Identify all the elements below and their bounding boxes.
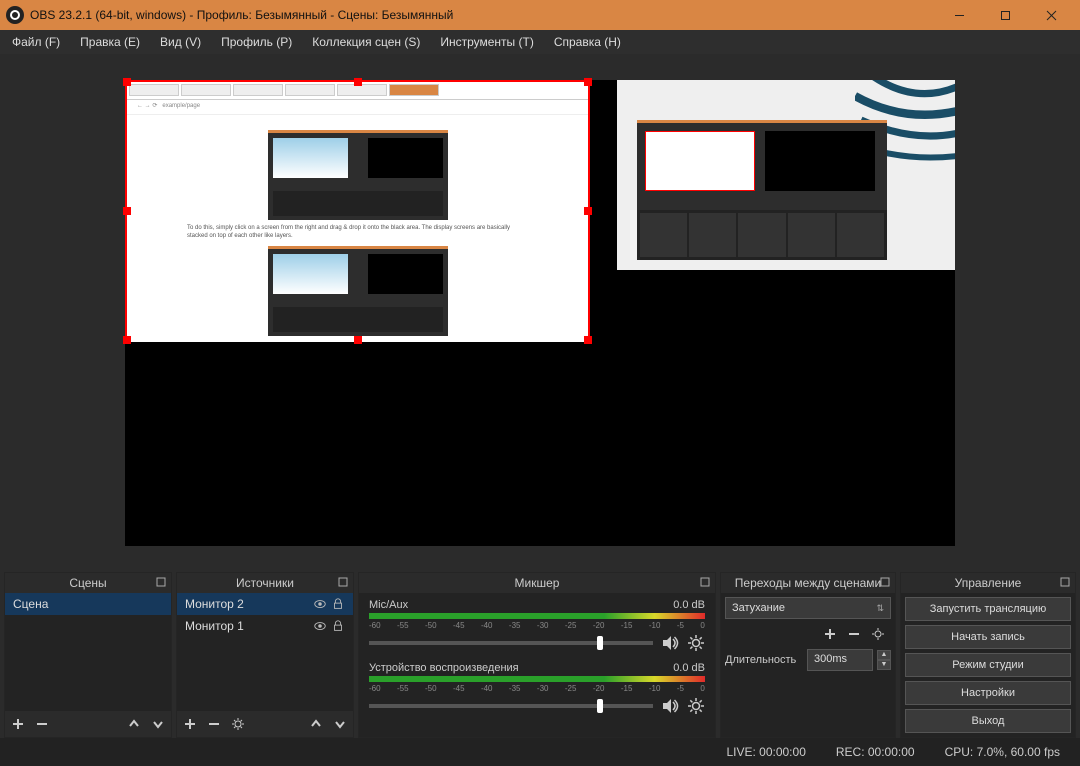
menu-scene-collection[interactable]: Коллекция сцен (S) — [304, 32, 428, 52]
volume-slider[interactable] — [369, 641, 653, 645]
transition-selected-value: Затухание — [732, 602, 785, 614]
source-monitor-1-preview[interactable] — [617, 80, 955, 270]
resize-handle[interactable] — [354, 78, 362, 86]
undock-icon[interactable] — [155, 576, 167, 588]
mixer-channel: Mic/Aux 0.0 dB -60-55-50-45-40-35-30-25-2… — [369, 599, 705, 652]
add-source-button[interactable] — [181, 715, 199, 733]
resize-handle[interactable] — [584, 78, 592, 86]
duration-input[interactable]: 300ms — [807, 649, 873, 671]
resize-handle[interactable] — [123, 78, 131, 86]
source-item-label: Монитор 1 — [185, 619, 309, 633]
menu-edit[interactable]: Правка (E) — [72, 32, 148, 52]
scenes-panel: Сцены Сцена — [4, 572, 172, 738]
start-recording-button[interactable]: Начать запись — [905, 625, 1071, 649]
scene-item-label: Сцена — [13, 597, 48, 611]
close-button[interactable] — [1028, 0, 1074, 30]
undock-icon[interactable] — [699, 576, 711, 588]
remove-source-button[interactable] — [205, 715, 223, 733]
undock-icon[interactable] — [337, 576, 349, 588]
resize-handle[interactable] — [584, 336, 592, 344]
sources-panel-title: Источники — [236, 576, 294, 590]
resize-handle[interactable] — [123, 207, 131, 215]
menubar: Файл (F) Правка (E) Вид (V) Профиль (P) … — [0, 30, 1080, 54]
visibility-icon[interactable] — [313, 619, 327, 633]
mixer-channel: Устройство воспроизведения 0.0 dB -60-55-… — [369, 662, 705, 715]
menu-tools[interactable]: Инструменты (T) — [432, 32, 541, 52]
mute-button[interactable] — [661, 634, 679, 652]
mixer-panel: Микшер Mic/Aux 0.0 dB -60-55-50-45-40-35-… — [358, 572, 716, 738]
move-down-button[interactable] — [149, 715, 167, 733]
window-titlebar: OBS 23.2.1 (64-bit, windows) - Профиль: … — [0, 0, 1080, 30]
transitions-panel: Переходы между сценами Затухание ⇅ Длите… — [720, 572, 896, 738]
source-properties-button[interactable] — [229, 715, 247, 733]
undock-icon[interactable] — [1059, 576, 1071, 588]
source-item[interactable]: Монитор 1 — [177, 615, 353, 637]
resize-handle[interactable] — [354, 336, 362, 344]
add-transition-button[interactable] — [821, 625, 839, 643]
studio-mode-button[interactable]: Режим студии — [905, 653, 1071, 677]
remove-scene-button[interactable] — [33, 715, 51, 733]
chevron-updown-icon: ⇅ — [876, 603, 884, 614]
transition-select[interactable]: Затухание ⇅ — [725, 597, 891, 619]
status-cpu: CPU: 7.0%, 60.00 fps — [945, 745, 1060, 759]
transition-properties-button[interactable] — [869, 625, 887, 643]
menu-help[interactable]: Справка (H) — [546, 32, 629, 52]
controls-panel-title: Управление — [955, 576, 1022, 590]
status-rec: REC: 00:00:00 — [836, 745, 915, 759]
meter-scale: -60-55-50-45-40-35-30-25-20-15-10-50 — [369, 621, 705, 630]
start-streaming-button[interactable]: Запустить трансляцию — [905, 597, 1071, 621]
undock-icon[interactable] — [879, 576, 891, 588]
transitions-panel-title: Переходы между сценами — [735, 576, 881, 590]
move-up-button[interactable] — [125, 715, 143, 733]
menu-view[interactable]: Вид (V) — [152, 32, 209, 52]
exit-button[interactable]: Выход — [905, 709, 1071, 733]
channel-name: Mic/Aux — [369, 599, 408, 611]
docks-container: Сцены Сцена Источники Монитор 2 Монитор … — [0, 572, 1080, 738]
preview-canvas[interactable]: ← → ⟳ example/page To do this, simply cl… — [125, 80, 955, 546]
volume-meter — [369, 613, 705, 619]
scenes-panel-title: Сцены — [69, 576, 106, 590]
slider-thumb[interactable] — [597, 699, 603, 713]
resize-handle[interactable] — [584, 207, 592, 215]
source-monitor-2-preview[interactable]: ← → ⟳ example/page To do this, simply cl… — [125, 80, 590, 342]
duration-label: Длительность — [725, 654, 803, 666]
source-item-label: Монитор 2 — [185, 597, 309, 611]
scene-item[interactable]: Сцена — [5, 593, 171, 615]
obs-logo-icon — [6, 6, 24, 24]
duration-spinner[interactable]: ▲▼ — [877, 650, 891, 670]
settings-button[interactable]: Настройки — [905, 681, 1071, 705]
lock-icon[interactable] — [331, 597, 345, 611]
maximize-button[interactable] — [982, 0, 1028, 30]
channel-level: 0.0 dB — [673, 599, 705, 611]
visibility-icon[interactable] — [313, 597, 327, 611]
meter-scale: -60-55-50-45-40-35-30-25-20-15-10-50 — [369, 684, 705, 693]
status-live: LIVE: 00:00:00 — [726, 745, 805, 759]
channel-level: 0.0 dB — [673, 662, 705, 674]
menu-profile[interactable]: Профиль (P) — [213, 32, 300, 52]
minimize-button[interactable] — [936, 0, 982, 30]
menu-file[interactable]: Файл (F) — [4, 32, 68, 52]
controls-panel: Управление Запустить трансляцию Начать з… — [900, 572, 1076, 738]
resize-handle[interactable] — [123, 336, 131, 344]
status-bar: LIVE: 00:00:00 REC: 00:00:00 CPU: 7.0%, … — [0, 738, 1080, 766]
move-up-button[interactable] — [307, 715, 325, 733]
mixer-panel-title: Микшер — [515, 576, 560, 590]
window-title: OBS 23.2.1 (64-bit, windows) - Профиль: … — [30, 8, 936, 22]
volume-slider[interactable] — [369, 704, 653, 708]
channel-settings-button[interactable] — [687, 634, 705, 652]
channel-name: Устройство воспроизведения — [369, 662, 519, 674]
channel-settings-button[interactable] — [687, 697, 705, 715]
nested-obs-window — [637, 120, 887, 260]
lock-icon[interactable] — [331, 619, 345, 633]
slider-thumb[interactable] — [597, 636, 603, 650]
move-down-button[interactable] — [331, 715, 349, 733]
sources-panel: Источники Монитор 2 Монитор 1 — [176, 572, 354, 738]
source-item[interactable]: Монитор 2 — [177, 593, 353, 615]
remove-transition-button[interactable] — [845, 625, 863, 643]
volume-meter — [369, 676, 705, 682]
preview-area: ← → ⟳ example/page To do this, simply cl… — [0, 54, 1080, 572]
add-scene-button[interactable] — [9, 715, 27, 733]
mute-button[interactable] — [661, 697, 679, 715]
